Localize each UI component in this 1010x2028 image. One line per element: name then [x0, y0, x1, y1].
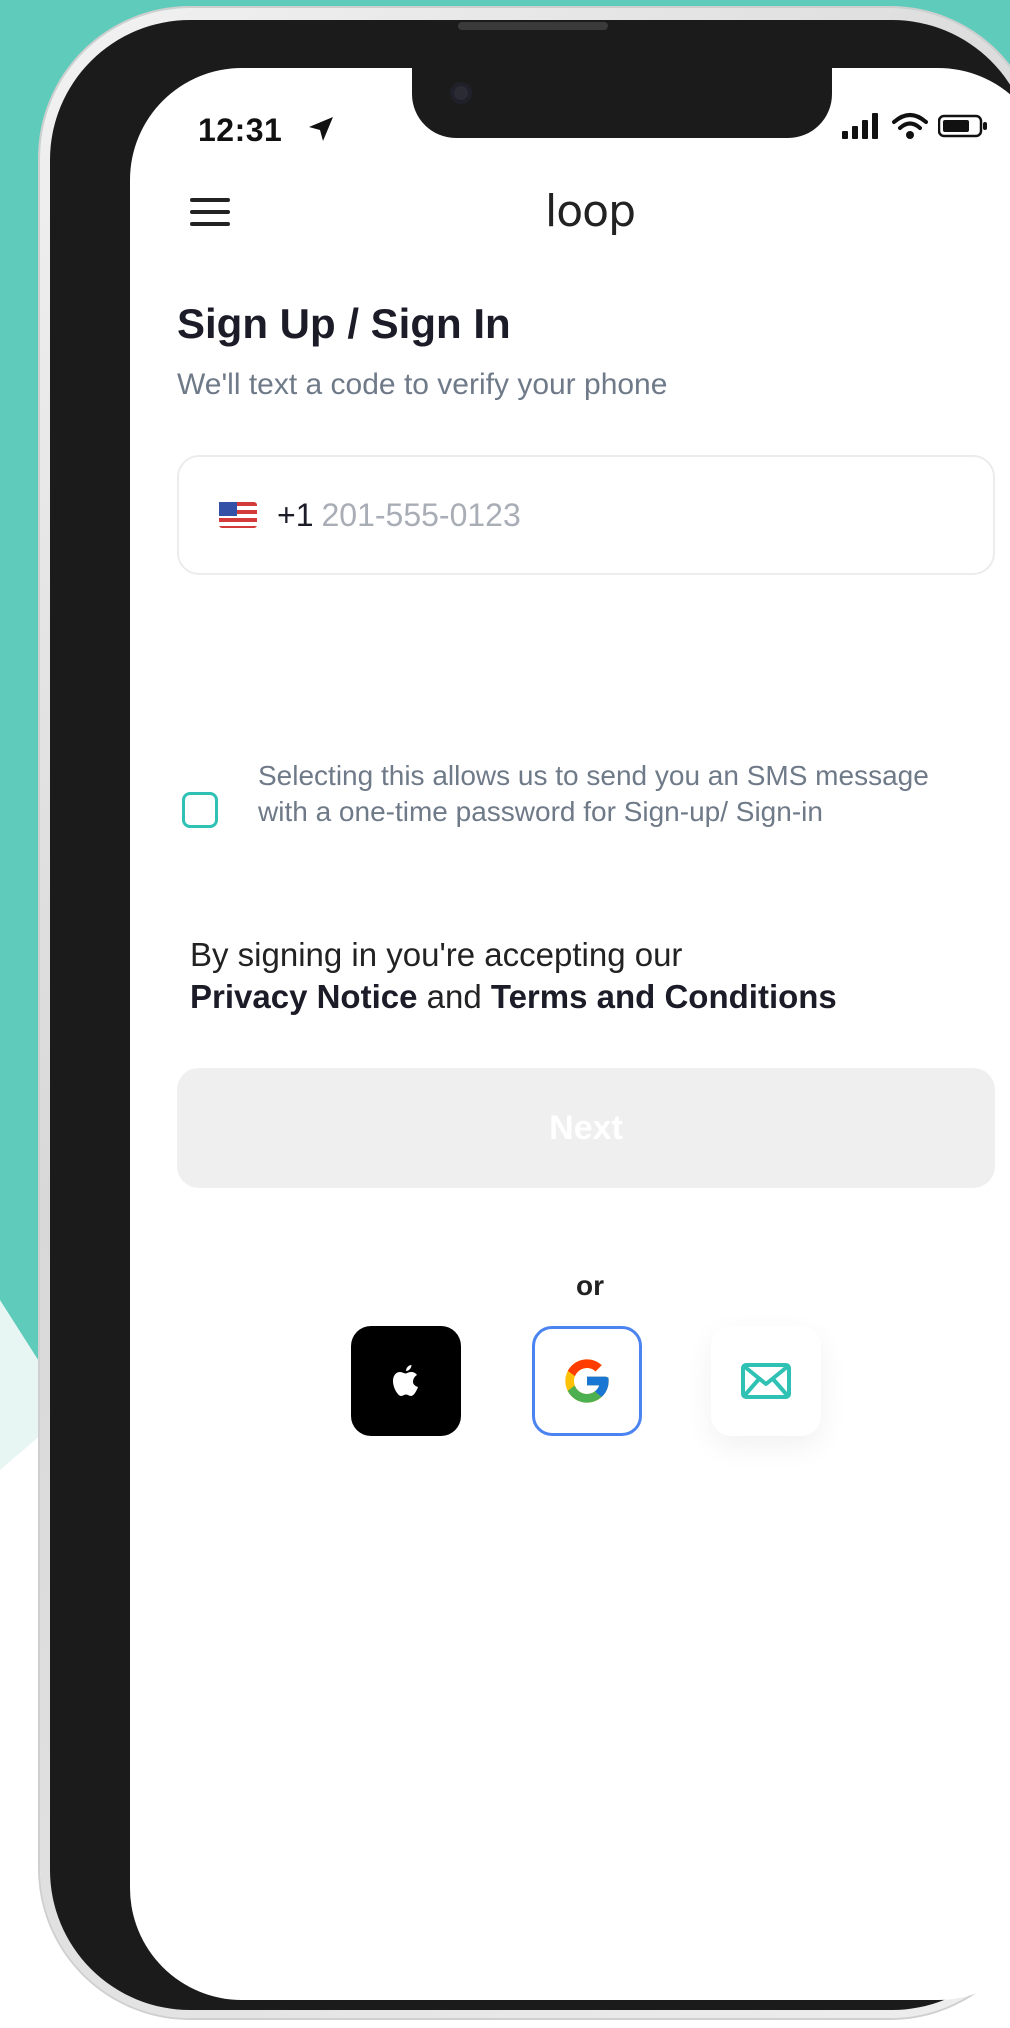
apple-signin-button[interactable] — [351, 1326, 461, 1436]
google-signin-button[interactable] — [532, 1326, 642, 1436]
next-button[interactable]: Next — [177, 1068, 995, 1188]
or-divider: or — [576, 1270, 604, 1301]
phone-screen: 12:31 loop Sign Up / Sign In We'll text … — [130, 68, 1010, 2000]
phone-number-input[interactable] — [319, 495, 824, 535]
sms-consent-checkbox[interactable] — [182, 792, 218, 828]
status-icons — [842, 112, 988, 140]
sms-consent-label: Selecting this allows us to send you an … — [258, 760, 929, 827]
page-subtitle: We'll text a code to verify your phone — [177, 368, 668, 401]
page-stage: 12:31 loop Sign Up / Sign In We'll text … — [0, 0, 1010, 2028]
phone-bezel: 12:31 loop Sign Up / Sign In We'll text … — [50, 20, 1010, 2010]
status-time: 12:31 — [198, 112, 283, 148]
country-dial-code[interactable]: +1 — [277, 497, 313, 534]
page-title: Sign Up / Sign In — [177, 300, 511, 347]
email-icon — [741, 1363, 791, 1399]
location-arrow-icon — [309, 117, 333, 141]
legal-notice: By signing in you're accepting our Priva… — [190, 934, 990, 1018]
privacy-notice-link[interactable]: Privacy Notice — [190, 978, 417, 1015]
apple-icon — [393, 1365, 418, 1396]
phone-field[interactable]: +1 — [177, 455, 995, 575]
legal-prefix: By signing in you're accepting our — [190, 936, 683, 973]
terms-link[interactable]: Terms and Conditions — [491, 978, 837, 1015]
battery-icon — [938, 114, 987, 138]
camera-icon — [450, 82, 472, 104]
us-flag-icon — [219, 502, 257, 528]
wifi-icon — [892, 113, 928, 139]
email-signin-button[interactable] — [711, 1326, 821, 1436]
speaker-grill — [458, 22, 608, 30]
app-logo: loop — [545, 186, 636, 237]
signal-icon — [842, 113, 878, 139]
legal-joiner: and — [426, 978, 482, 1015]
google-icon — [565, 1359, 609, 1403]
phone-notch — [412, 68, 832, 138]
